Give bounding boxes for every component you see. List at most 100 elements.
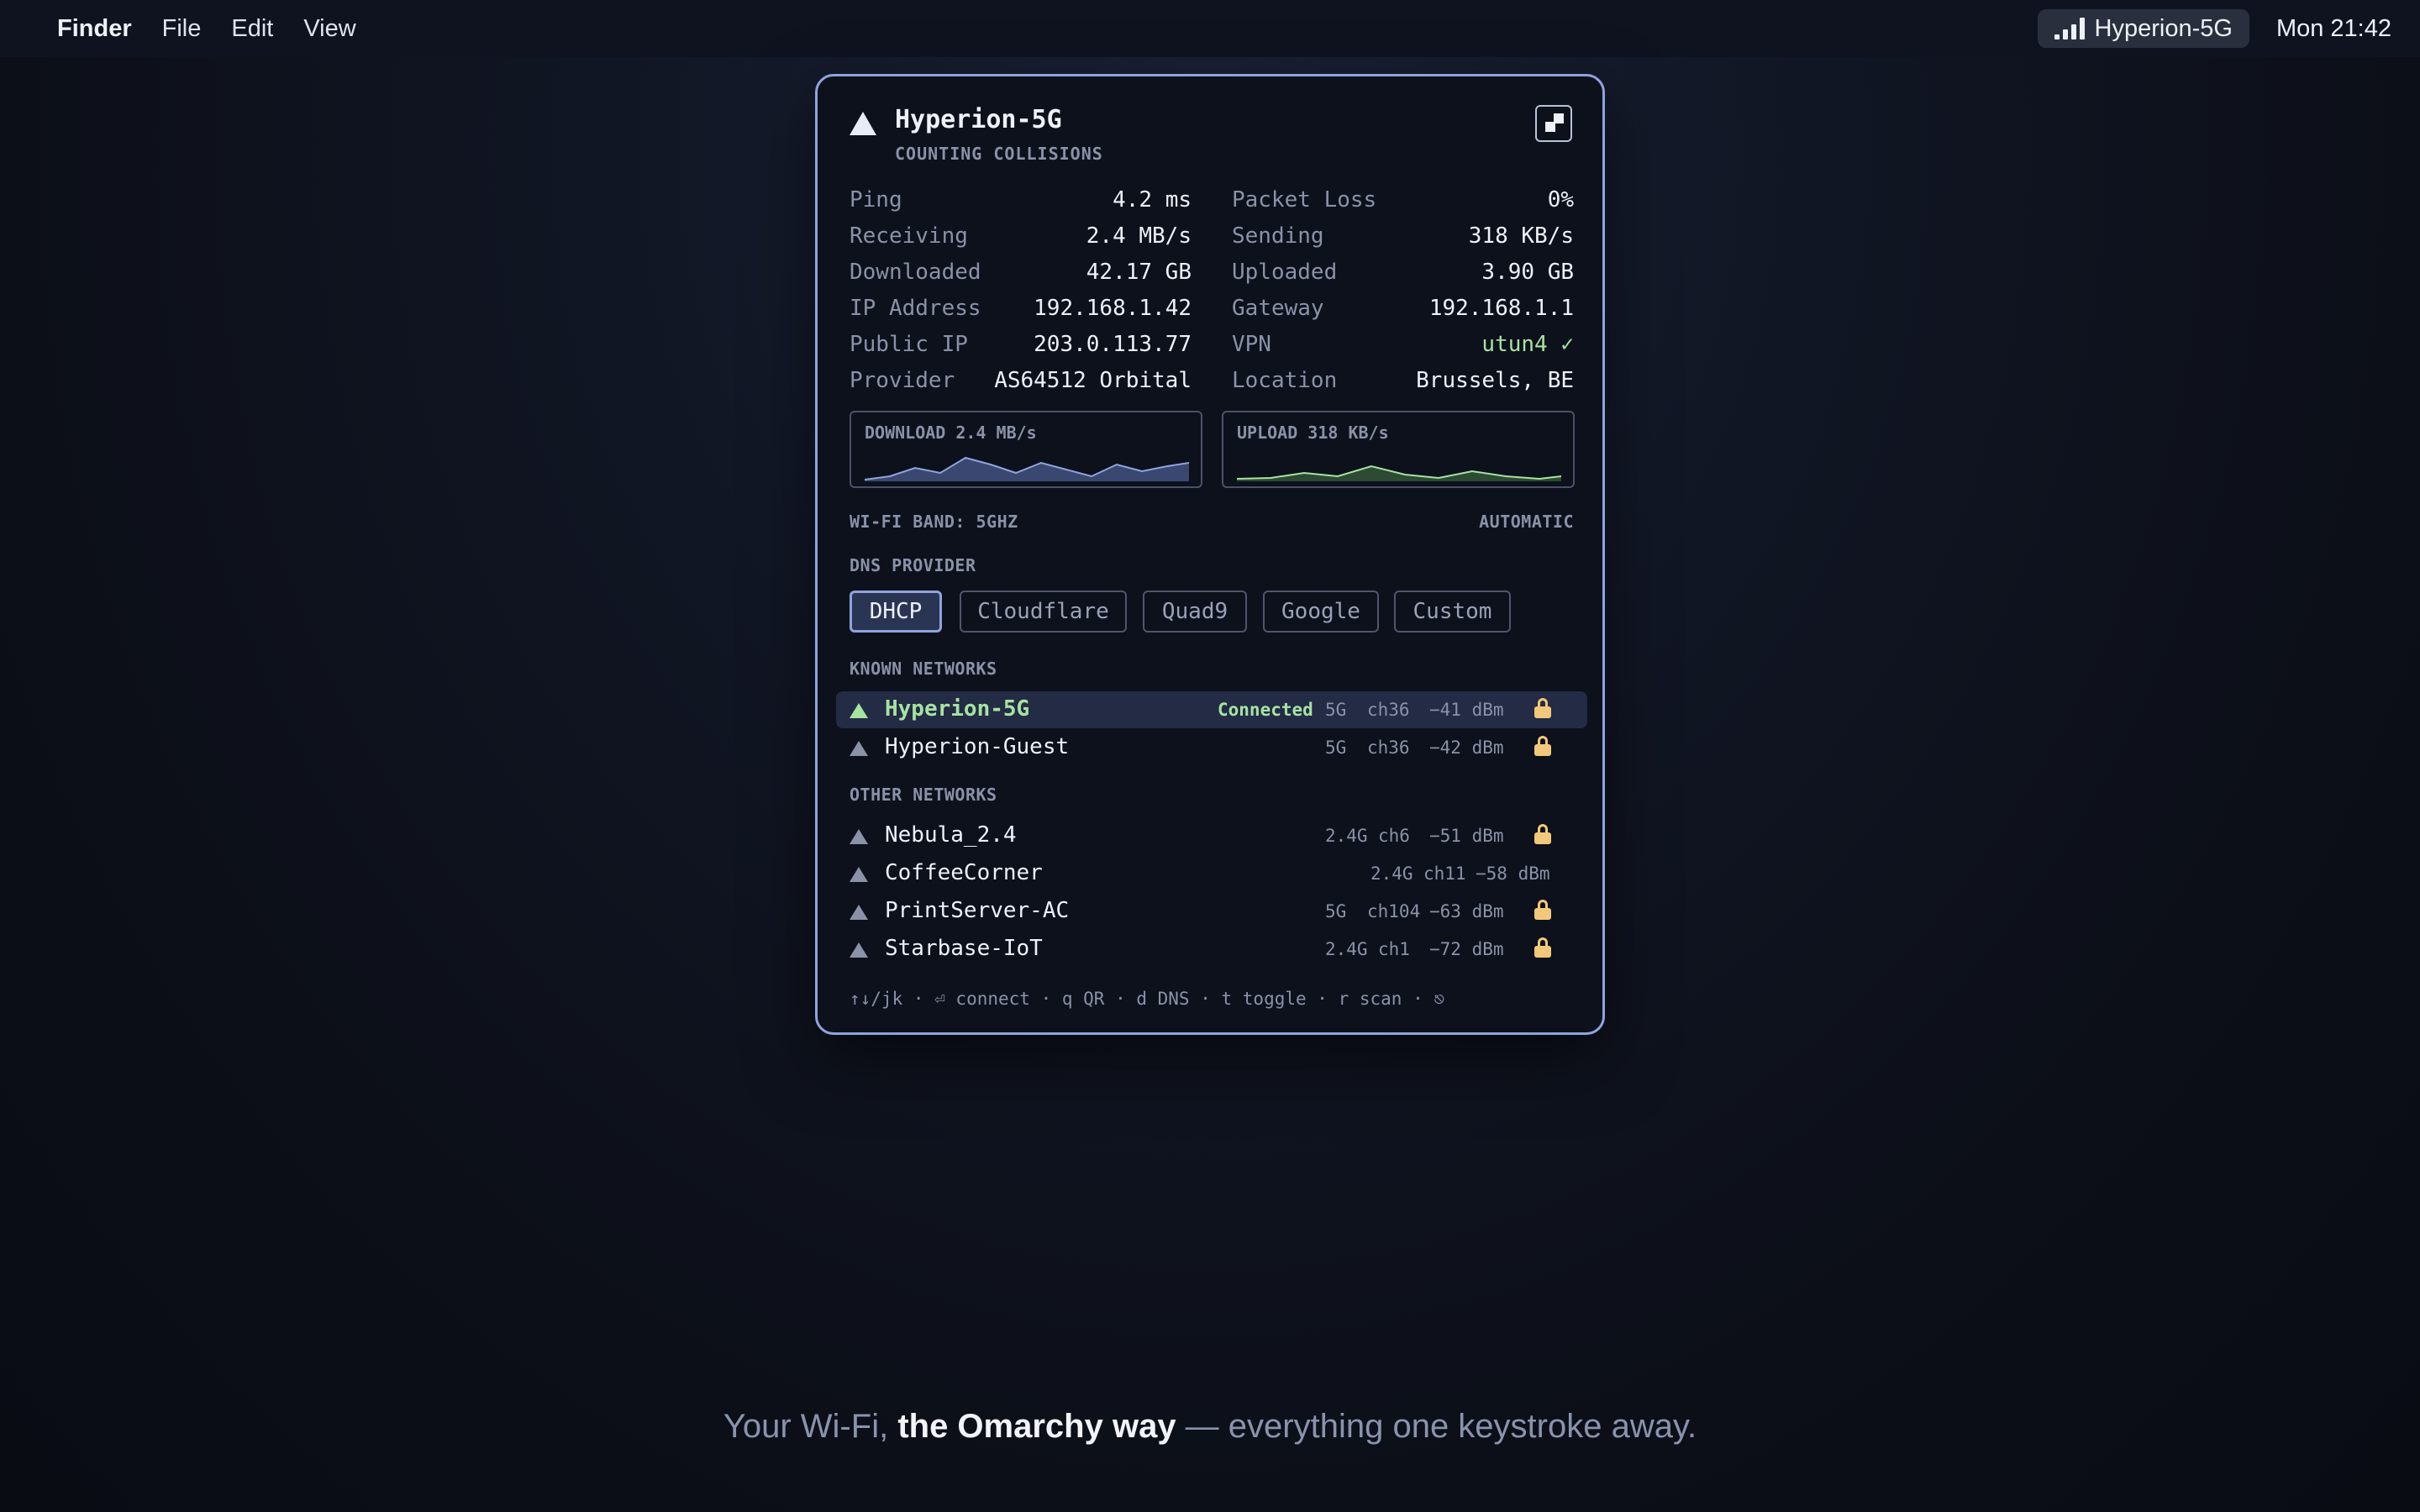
network-name: Hyperion-Guest — [885, 734, 1070, 759]
app-menu[interactable]: Finder — [57, 15, 132, 43]
network-band: 5G — [1325, 700, 1347, 720]
other-networks-label: OTHER NETWORKS — [850, 785, 997, 805]
stat-label: Downloaded — [850, 260, 981, 285]
network-channel: ch1 — [1378, 939, 1410, 959]
stat-row: Ping 4.2 ms Packet Loss 0% — [850, 182, 1574, 218]
dns-section-label: DNS PROVIDER — [850, 555, 976, 575]
stat-label: Provider — [850, 368, 955, 393]
network-band: 5G — [1325, 901, 1347, 921]
stat-row: Downloaded 42.17 GB Uploaded 3.90 GB — [850, 255, 1574, 291]
tagline-bold: the Omarchy way — [897, 1408, 1176, 1445]
stat-label: Receiving — [850, 223, 968, 249]
lock-icon — [1534, 937, 1552, 958]
network-band: 2.4G — [1325, 826, 1368, 846]
network-row-hyperion-5g[interactable]: Hyperion-5G Connected 5G ch36 −41 dBm — [836, 691, 1587, 728]
known-networks-label: KNOWN NETWORKS — [850, 659, 997, 679]
dns-option-dhcp[interactable]: DHCP — [850, 591, 942, 633]
stat-row: Public IP 203.0.113.77 VPN utun4 ✓ — [850, 327, 1574, 363]
stat-row: Provider AS64512 Orbital Location Brusse… — [850, 363, 1574, 399]
network-row-coffeecorner[interactable]: CoffeeCorner 2.4G ch11 −58 dBm — [836, 855, 1587, 892]
network-signal: −72 dBm — [1429, 939, 1504, 959]
stat-value: 3.90 GB — [1481, 260, 1574, 285]
dns-option-google[interactable]: Google — [1263, 591, 1379, 633]
stat-label: Ping — [850, 187, 902, 213]
network-channel: ch6 — [1378, 826, 1410, 846]
tagline-pre: Your Wi-Fi, — [723, 1408, 898, 1445]
lock-icon — [1534, 698, 1552, 718]
network-signal: −63 dBm — [1429, 901, 1504, 921]
wifi-band-row[interactable]: WI-FI BAND: 5GHZ AUTOMATIC — [850, 512, 1574, 537]
menu-view[interactable]: View — [303, 15, 355, 43]
stat-value: 0% — [1547, 187, 1574, 213]
stats-grid: Ping 4.2 ms Packet Loss 0% Receiving 2.4… — [850, 182, 1574, 399]
wifi-status-name: Hyperion-5G — [2094, 14, 2233, 42]
upload-graph-label: UPLOAD 318 KB/s — [1237, 423, 1389, 443]
menu-bar: Finder File Edit View Hyperion-5G Mon 21… — [0, 0, 2420, 57]
network-signal: −42 dBm — [1429, 738, 1504, 758]
network-channel: ch104 — [1367, 901, 1421, 921]
wifi-band-mode[interactable]: AUTOMATIC — [1479, 512, 1574, 532]
stat-label: Uploaded — [1232, 260, 1338, 285]
network-channel: ch36 — [1367, 738, 1410, 758]
tagline: Your Wi-Fi, the Omarchy way — everything… — [0, 1408, 2420, 1446]
network-channel: ch36 — [1367, 700, 1410, 720]
dns-option-quad9[interactable]: Quad9 — [1143, 591, 1247, 633]
stat-label: Location — [1232, 368, 1338, 393]
stat-value: AS64512 Orbital — [994, 368, 1192, 393]
network-row-starbase[interactable]: Starbase-IoT 2.4G ch1 −72 dBm — [836, 931, 1587, 968]
stat-value: Brussels, BE — [1416, 368, 1574, 393]
lock-icon — [1534, 900, 1552, 920]
upload-sparkline — [1237, 465, 1561, 481]
stat-value: 203.0.113.77 — [1034, 332, 1192, 357]
stat-value: 4.2 ms — [1113, 187, 1192, 213]
network-band: 2.4G — [1325, 939, 1368, 959]
wifi-signal-icon — [2054, 18, 2085, 39]
keyboard-shortcuts-hint: ↑↓/jk · ⏎ connect · q QR · d DNS · t tog… — [850, 989, 1445, 1009]
upload-graph: UPLOAD 318 KB/s — [1222, 411, 1575, 488]
stat-label: Gateway — [1232, 296, 1324, 321]
panel-subtitle: COUNTING COLLISIONS — [895, 144, 1103, 164]
qr-button[interactable] — [1535, 105, 1572, 142]
network-band: 2.4G — [1370, 864, 1413, 884]
wifi-triangle-icon — [850, 112, 876, 135]
stat-label: Public IP — [850, 332, 968, 357]
network-row-nebula[interactable]: Nebula_2.4 2.4G ch6 −51 dBm — [836, 817, 1587, 854]
qr-code-icon-part — [1554, 113, 1564, 123]
wifi-triangle-icon — [850, 942, 868, 958]
tagline-post: — everything one keystroke away. — [1176, 1408, 1697, 1445]
network-name: Hyperion-5G — [885, 696, 1030, 722]
wifi-triangle-icon — [850, 867, 868, 882]
stat-label: IP Address — [850, 296, 981, 321]
dns-option-cloudflare[interactable]: Cloudflare — [960, 591, 1127, 633]
wifi-band-label: WI-FI BAND: 5GHZ — [850, 512, 1018, 532]
dns-option-custom[interactable]: Custom — [1394, 591, 1511, 633]
wifi-status-item[interactable]: Hyperion-5G — [2037, 9, 2249, 48]
network-channel: ch11 — [1423, 864, 1466, 884]
stat-row: Receiving 2.4 MB/s Sending 318 KB/s — [850, 218, 1574, 255]
panel-title: Hyperion-5G — [895, 105, 1062, 134]
stat-label: Packet Loss — [1232, 187, 1377, 213]
network-row-printserver[interactable]: PrintServer-AC 5G ch104 −63 dBm — [836, 893, 1587, 930]
network-signal: −58 dBm — [1476, 864, 1550, 884]
stat-label: Sending — [1232, 223, 1324, 249]
wifi-triangle-icon — [850, 741, 868, 756]
network-name: Starbase-IoT — [885, 936, 1043, 961]
network-name: Nebula_2.4 — [885, 822, 1017, 848]
menu-file[interactable]: File — [162, 15, 202, 43]
network-row-hyperion-guest[interactable]: Hyperion-Guest 5G ch36 −42 dBm — [836, 729, 1587, 766]
menubar-clock[interactable]: Mon 21:42 — [2276, 15, 2391, 43]
download-graph: DOWNLOAD 2.4 MB/s — [850, 411, 1202, 488]
connected-badge: Connected — [1218, 700, 1313, 720]
stat-value: 192.168.1.42 — [1034, 296, 1192, 321]
menu-edit[interactable]: Edit — [231, 15, 273, 43]
stat-row: IP Address 192.168.1.42 Gateway 192.168.… — [850, 291, 1574, 327]
network-signal: −41 dBm — [1429, 700, 1504, 720]
network-name: PrintServer-AC — [885, 898, 1070, 923]
lock-icon — [1534, 824, 1552, 844]
wifi-panel: Hyperion-5G COUNTING COLLISIONS Ping 4.2… — [815, 74, 1605, 1035]
lock-icon — [1534, 736, 1552, 756]
stat-value: 192.168.1.1 — [1428, 296, 1574, 321]
download-graph-label: DOWNLOAD 2.4 MB/s — [865, 423, 1037, 443]
stat-value: 318 KB/s — [1468, 223, 1574, 249]
stat-value: 42.17 GB — [1086, 260, 1192, 285]
